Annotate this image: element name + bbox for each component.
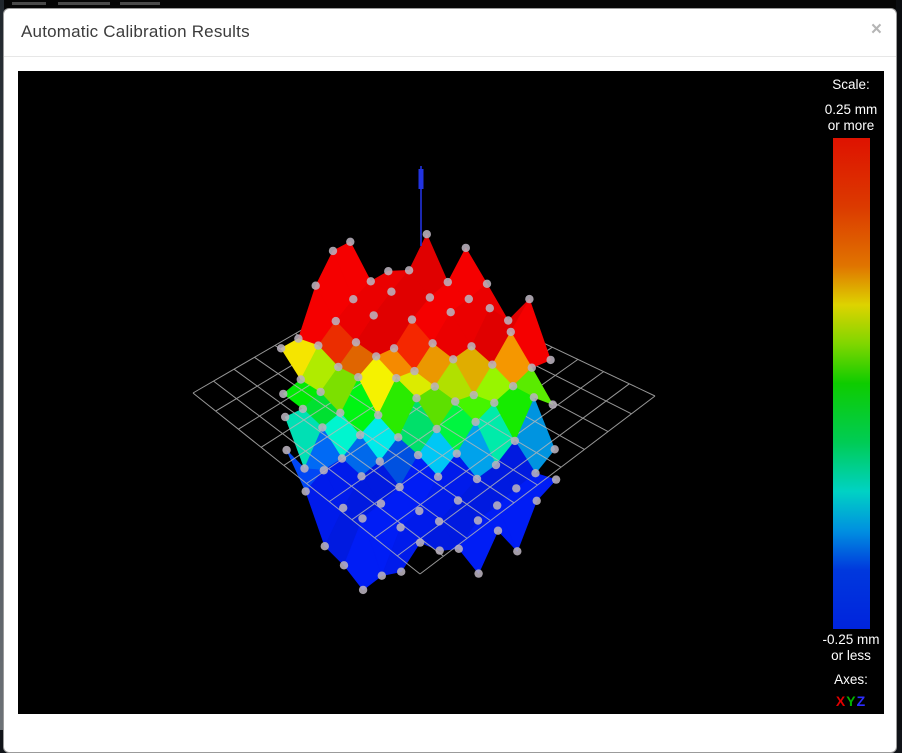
axes-title: Axes: <box>820 672 882 688</box>
scale-min-suffix: or less <box>820 648 882 664</box>
backdrop-artifact <box>12 2 46 5</box>
scale-max-value: 0.25 mm <box>820 102 882 118</box>
backdrop-artifact <box>120 2 160 5</box>
dialog-title: Automatic Calibration Results <box>21 22 250 42</box>
close-button[interactable]: × <box>869 18 884 41</box>
scale-legend: Scale: 0.25 mm or more -0.25 mm or less … <box>820 71 882 714</box>
calibration-3d-viewport[interactable]: Scale: 0.25 mm or more -0.25 mm or less … <box>18 71 884 714</box>
surface-plot <box>18 71 884 714</box>
calibration-results-dialog: Automatic Calibration Results × Scale: 0… <box>3 8 897 753</box>
x-axis-label: X <box>836 693 846 709</box>
color-scale-gradient-bar <box>833 138 870 629</box>
backdrop-artifact <box>58 2 110 5</box>
axes-legend: XYZ <box>820 693 882 709</box>
y-axis-label: Y <box>846 693 856 709</box>
scale-title: Scale: <box>820 77 882 93</box>
z-axis-label: Z <box>857 693 867 709</box>
dialog-header: Automatic Calibration Results × <box>4 9 896 57</box>
scale-min-value: -0.25 mm <box>820 632 882 648</box>
scale-max-suffix: or more <box>820 118 882 134</box>
